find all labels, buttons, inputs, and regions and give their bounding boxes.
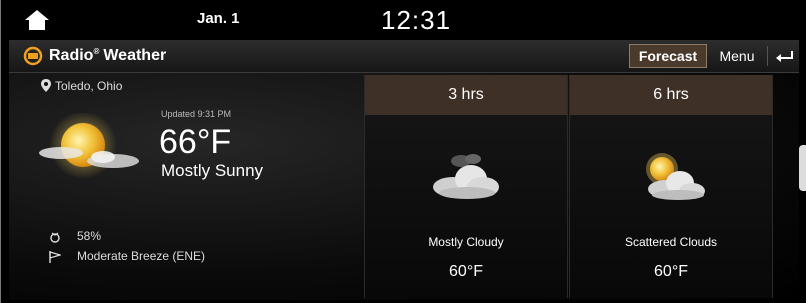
humidity-value: 58% bbox=[77, 229, 102, 243]
forecast-button[interactable]: Forecast bbox=[629, 44, 707, 68]
forecast-temperature: 60°F bbox=[654, 263, 688, 280]
back-icon[interactable] bbox=[774, 48, 796, 64]
app-title: Radio® Weather bbox=[49, 47, 166, 65]
header-divider bbox=[767, 46, 768, 66]
screen: Jan. 1 12:31 Radio® Weather Forecast Menu… bbox=[0, 0, 806, 303]
hd-radio-logo-icon bbox=[23, 46, 43, 66]
home-icon[interactable] bbox=[25, 10, 49, 30]
current-condition: Mostly Sunny bbox=[161, 161, 264, 180]
app-header: Radio® Weather Forecast Menu bbox=[9, 40, 799, 73]
status-bar: Jan. 1 12:31 bbox=[1, 0, 806, 40]
forecast-temperature: 60°F bbox=[449, 263, 483, 280]
app-title-name: Weather bbox=[103, 47, 167, 64]
forecast-condition: Scattered Clouds bbox=[624, 235, 718, 249]
cloudy-icon bbox=[433, 154, 499, 199]
side-panel-handle[interactable] bbox=[799, 145, 806, 191]
forecast-period: 3 hrs bbox=[365, 75, 567, 115]
partly-sunny-icon bbox=[646, 153, 705, 200]
registered-mark-icon: ® bbox=[93, 47, 100, 56]
forecast-period: 6 hrs bbox=[570, 75, 772, 115]
forecast-condition: Mostly Cloudy bbox=[428, 235, 504, 249]
app-title-brand: Radio bbox=[49, 47, 94, 64]
wind-value: Moderate Breeze (ENE) bbox=[77, 249, 206, 263]
location-label: Toledo, Ohio bbox=[55, 79, 123, 93]
location-pin-icon bbox=[41, 79, 51, 92]
current-temperature: 66°F bbox=[159, 123, 232, 161]
updated-time: Updated 9:31 PM bbox=[161, 109, 232, 119]
clock: 12:31 bbox=[381, 5, 452, 35]
menu-button[interactable]: Menu bbox=[713, 44, 761, 68]
weather-content: Toledo, Ohio Updated 9:31 PM 66°F Mostly… bbox=[9, 73, 799, 300]
date-label: Jan. 1 bbox=[197, 10, 240, 27]
forecast-card-6hrs[interactable]: 6 hrs Scattered Clouds 60°F bbox=[569, 75, 773, 298]
mostly-sunny-icon bbox=[39, 113, 139, 179]
forecast-card-3hrs[interactable]: 3 hrs Mostly Cloudy 60°F bbox=[364, 75, 568, 298]
wind-flag-icon bbox=[49, 251, 61, 263]
humidity-icon bbox=[50, 232, 60, 243]
